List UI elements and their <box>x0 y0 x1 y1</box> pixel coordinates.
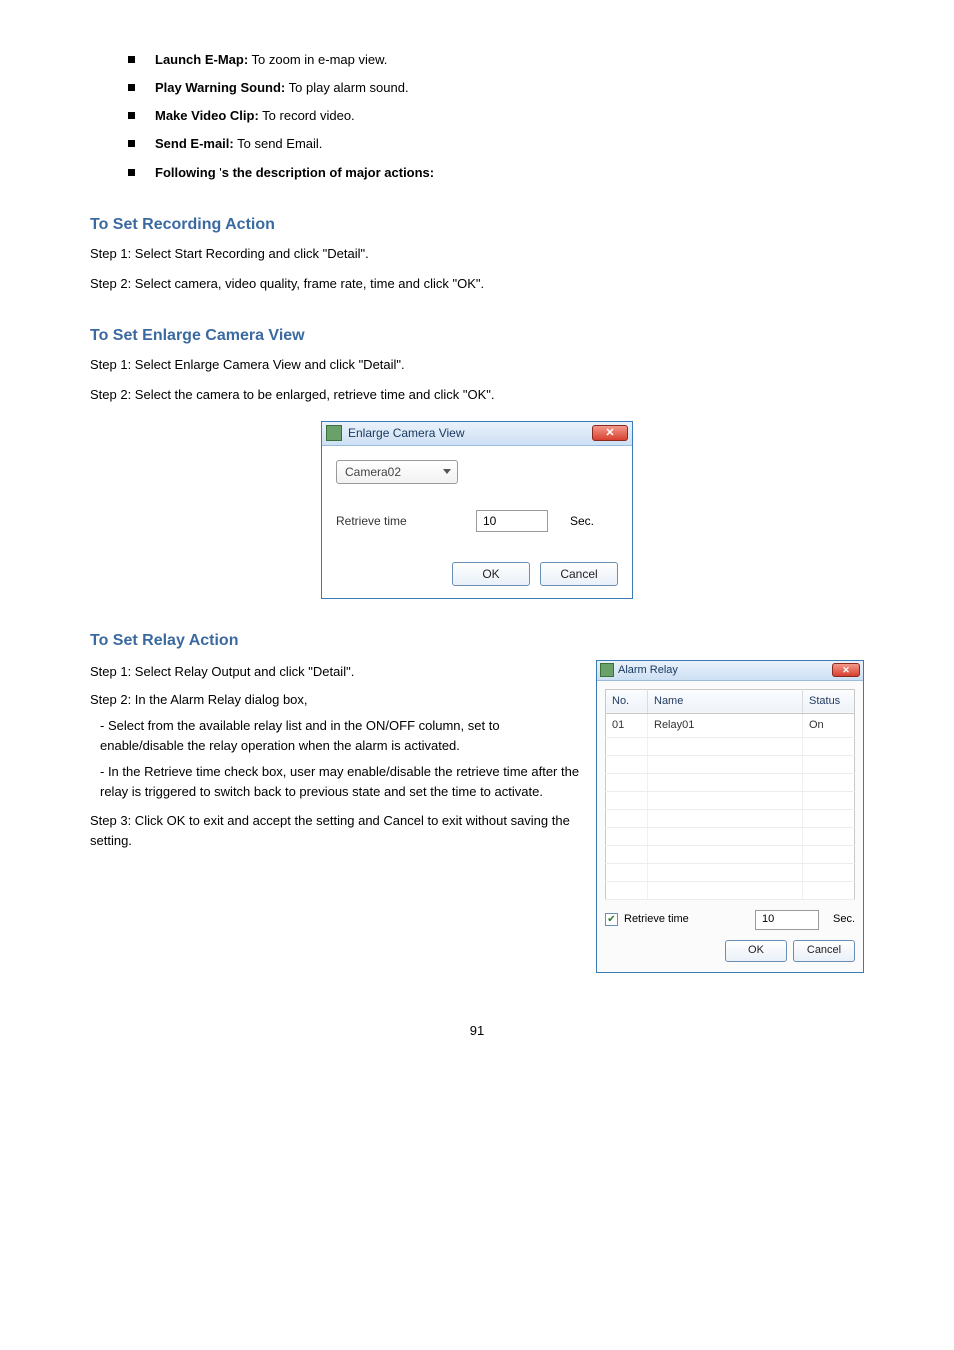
retrieve-time-label: Retrieve time <box>624 911 689 928</box>
bullet-text: Send E-mail: To send Email. <box>155 134 864 154</box>
bullet-label: Send E-mail: <box>155 136 234 151</box>
retrieve-time-input[interactable]: 10 <box>476 510 548 532</box>
retrieve-time-label: Retrieve time <box>336 512 476 531</box>
app-icon <box>600 663 614 677</box>
step-text: Step 1: Select Start Recording and click… <box>90 244 864 264</box>
camera-select[interactable]: Camera02 <box>336 460 458 484</box>
page-number: 91 <box>90 1021 864 1041</box>
square-bullet-icon <box>128 112 135 119</box>
app-icon <box>326 425 342 441</box>
table-header-row: No. Name Status <box>606 689 855 713</box>
cancel-button[interactable]: Cancel <box>540 562 618 586</box>
retrieve-time-value: 10 <box>483 512 496 531</box>
cancel-button[interactable]: Cancel <box>793 940 855 962</box>
bullet-desc: To play alarm sound. <box>285 80 408 95</box>
ok-button[interactable]: OK <box>452 562 530 586</box>
table-row <box>606 755 855 773</box>
ok-label: OK <box>482 565 499 584</box>
table-row <box>606 737 855 755</box>
table-row <box>606 881 855 899</box>
bullet-text: Play Warning Sound: To play alarm sound. <box>155 78 864 98</box>
square-bullet-icon <box>128 169 135 176</box>
bullet-3: Make Video Clip: To record video. <box>90 106 864 126</box>
bullet-text: Launch E-Map: To zoom in e-map view. <box>155 50 864 70</box>
bullet-label: Launch E-Map: <box>155 52 248 67</box>
section-title-relay: To Set Relay Action <box>90 629 864 654</box>
table-row <box>606 863 855 881</box>
cancel-label: Cancel <box>807 942 841 959</box>
retrieve-time-input[interactable]: 10 <box>755 910 819 930</box>
alarm-relay-dialog: Alarm Relay ✕ No. Name Status 01 Relay01 <box>596 660 864 973</box>
dialog-titlebar: Enlarge Camera View ✕ <box>322 422 632 446</box>
ok-button[interactable]: OK <box>725 940 787 962</box>
close-icon: ✕ <box>605 428 614 439</box>
table-row <box>606 791 855 809</box>
bullet-label: Play Warning Sound: <box>155 80 285 95</box>
cancel-label: Cancel <box>560 565 597 584</box>
bullet-desc: To zoom in e-map view. <box>248 52 387 67</box>
bullet-label-rest: s the description of major actions: <box>222 165 434 180</box>
seconds-label: Sec. <box>570 512 594 531</box>
bullet-1: Launch E-Map: To zoom in e-map view. <box>90 50 864 70</box>
dialog-title: Alarm Relay <box>618 662 678 679</box>
cell-status: On <box>803 713 855 737</box>
col-name-header: Name <box>648 689 803 713</box>
close-button[interactable]: ✕ <box>832 663 860 677</box>
dialog-title: Enlarge Camera View <box>348 424 465 443</box>
bullet-label: Make Video Clip: <box>155 108 259 123</box>
step-text: Step 2: Select the camera to be enlarged… <box>90 385 864 405</box>
retrieve-time-value: 10 <box>762 911 774 928</box>
close-button[interactable]: ✕ <box>592 425 628 441</box>
step-text: Step 1: Select Enlarge Camera View and c… <box>90 355 864 375</box>
col-no-header: No. <box>606 689 648 713</box>
check-icon: ✔ <box>607 915 615 925</box>
relay-table[interactable]: No. Name Status 01 Relay01 On <box>605 689 855 900</box>
square-bullet-icon <box>128 56 135 63</box>
retrieve-time-checkbox[interactable]: ✔ <box>605 913 618 926</box>
square-bullet-icon <box>128 140 135 147</box>
bullet-text: Make Video Clip: To record video. <box>155 106 864 126</box>
ok-label: OK <box>748 942 764 959</box>
section-title-recording: To Set Recording Action <box>90 213 864 238</box>
table-row <box>606 773 855 791</box>
chevron-down-icon <box>443 469 451 474</box>
seconds-label: Sec. <box>833 911 855 928</box>
bullet-2: Play Warning Sound: To play alarm sound. <box>90 78 864 98</box>
bullet-label: Following <box>155 165 219 180</box>
bullet-5: Following 's the description of major ac… <box>90 163 864 183</box>
close-icon: ✕ <box>842 666 850 675</box>
step-text: Step 2: Select camera, video quality, fr… <box>90 274 864 294</box>
cell-no: 01 <box>606 713 648 737</box>
bullet-text: Following 's the description of major ac… <box>155 163 864 183</box>
table-row <box>606 845 855 863</box>
bullet-desc: To send Email. <box>234 136 323 151</box>
section-title-enlarge: To Set Enlarge Camera View <box>90 324 864 349</box>
table-row <box>606 827 855 845</box>
dialog-titlebar: Alarm Relay ✕ <box>597 661 863 681</box>
table-row[interactable]: 01 Relay01 On <box>606 713 855 737</box>
cell-name: Relay01 <box>648 713 803 737</box>
square-bullet-icon <box>128 84 135 91</box>
table-row <box>606 809 855 827</box>
bullet-desc: To record video. <box>259 108 355 123</box>
enlarge-camera-dialog: Enlarge Camera View ✕ Camera02 Retrieve … <box>321 421 633 599</box>
camera-select-value: Camera02 <box>345 463 401 482</box>
bullet-4: Send E-mail: To send Email. <box>90 134 864 154</box>
col-status-header: Status <box>803 689 855 713</box>
